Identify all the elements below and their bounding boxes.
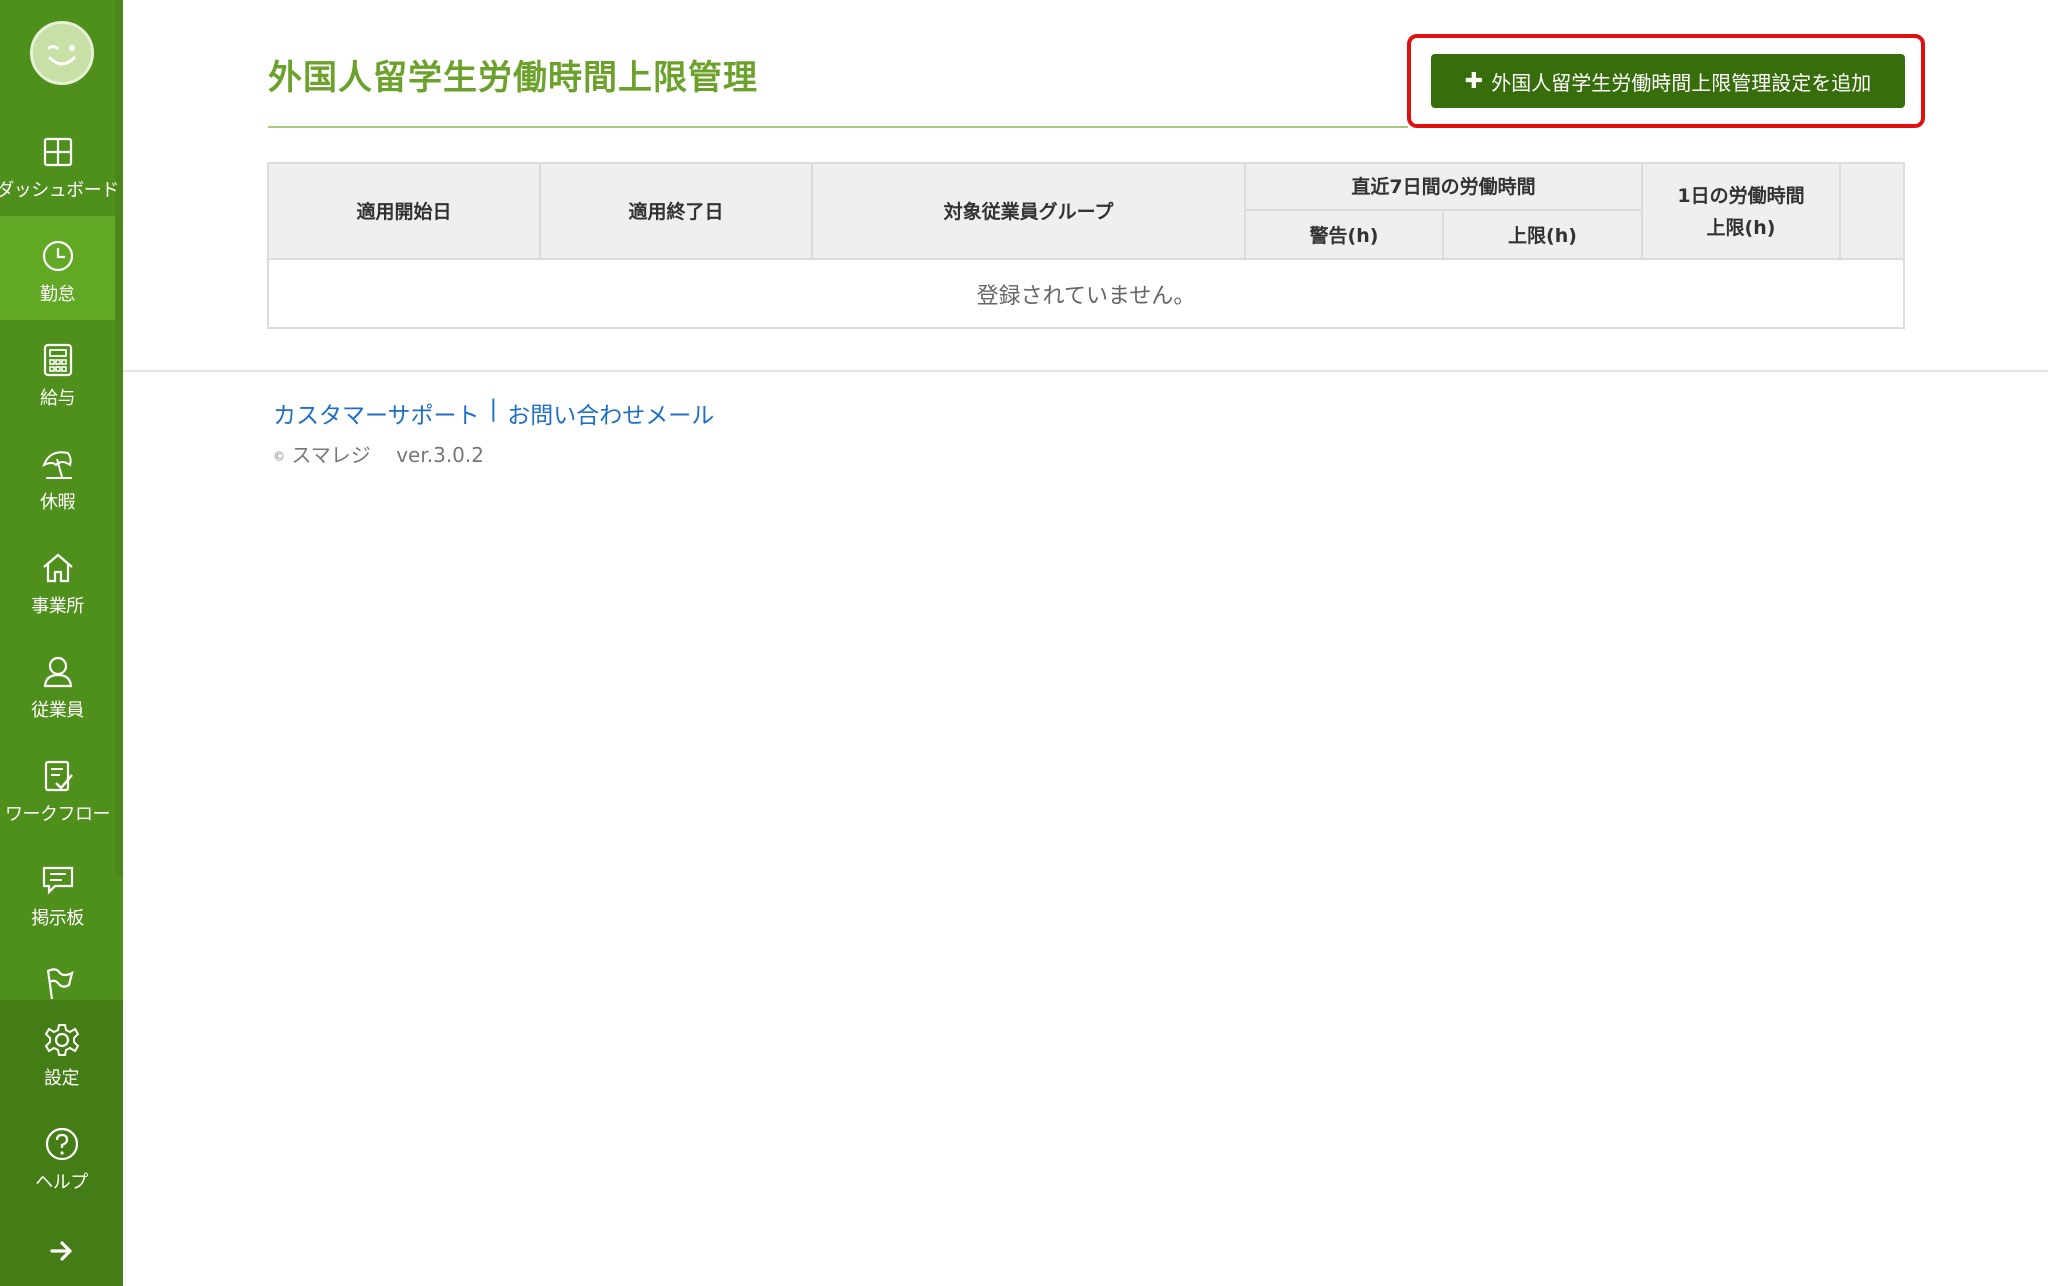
col-actions: [1841, 164, 1903, 260]
col-end-date: 適用終了日: [541, 164, 813, 260]
sidebar-item-dashboard[interactable]: ダッシュボード: [0, 112, 119, 216]
beach-umbrella-icon: [40, 446, 76, 482]
sidebar-item-label: ワークフロー: [5, 804, 111, 825]
sidebar-item-label: 掲示板: [31, 908, 84, 929]
clock-icon: [40, 238, 76, 274]
sidebar-item-label: 事業所: [31, 596, 84, 617]
add-setting-button[interactable]: ✚ 外国人留学生労働時間上限管理設定を追加: [1431, 54, 1905, 108]
table-header: 適用開始日 適用終了日 対象従業員グループ 直近7日間の労働時間 警告(h) 上…: [269, 164, 1903, 260]
smiley-icon: [47, 45, 76, 66]
sidebar-scrollbar[interactable]: [115, 0, 123, 875]
sidebar-item-board[interactable]: 掲示板: [0, 840, 115, 944]
sidebar-item-employees[interactable]: 従業員: [0, 632, 115, 736]
chat-icon: [40, 862, 76, 898]
avatar[interactable]: [30, 21, 94, 85]
empty-message: 登録されていません。: [976, 283, 1196, 309]
sidebar-item-office[interactable]: 事業所: [0, 528, 115, 632]
col-weekly-hours: 直近7日間の労働時間: [1246, 164, 1643, 211]
sidebar-item-label: 設定: [44, 1068, 80, 1089]
gear-icon: [44, 1022, 80, 1058]
sidebar-item-settings[interactable]: 設定: [0, 1000, 123, 1104]
footer-separator: |: [489, 396, 498, 422]
sidebar-item-attendance[interactable]: 勤怠: [0, 216, 115, 320]
copyright-symbol: ©: [273, 449, 285, 464]
copyright: © スマレジ ver.3.0.2: [273, 439, 484, 468]
customer-support-link[interactable]: カスタマーサポート: [273, 396, 480, 430]
help-icon: [44, 1126, 80, 1162]
col-weekly-warning: 警告(h): [1246, 211, 1444, 260]
brand-name: スマレジ: [291, 443, 371, 467]
page-title: 外国人留学生労働時間上限管理: [268, 58, 758, 98]
title-divider: [268, 126, 1408, 128]
arrow-right-icon[interactable]: [44, 1236, 80, 1266]
version-text: ver.3.0.2: [396, 443, 484, 467]
col-weekly-limit: 上限(h): [1444, 211, 1643, 260]
sidebar-item-help[interactable]: ヘルプ: [0, 1104, 123, 1208]
contact-mail-link[interactable]: お問い合わせメール: [507, 396, 714, 430]
sidebar: ダッシュボード 勤怠 給与 休暇 事業所 従業員 ワークフロー 掲示板 設定 ヘ…: [0, 0, 123, 1286]
col-daily-limit: 1日の労働時間 上限(h): [1643, 164, 1841, 260]
add-setting-button-label: 外国人留学生労働時間上限管理設定を追加: [1491, 70, 1872, 95]
col-daily-limit-line2: 上限(h): [1706, 217, 1776, 239]
calculator-icon: [40, 342, 76, 378]
sidebar-item-label: 休暇: [40, 492, 76, 513]
flag-icon: [40, 966, 76, 1002]
sidebar-item-label: 勤怠: [40, 284, 76, 305]
col-daily-limit-line1: 1日の労働時間: [1677, 185, 1805, 207]
person-icon: [40, 654, 76, 690]
dashboard-icon: [40, 134, 76, 170]
sidebar-item-workflow[interactable]: ワークフロー: [0, 736, 115, 840]
sidebar-item-label: ヘルプ: [35, 1172, 88, 1193]
checklist-icon: [40, 758, 76, 794]
sidebar-item-leave[interactable]: 休暇: [0, 424, 115, 528]
footer-divider: [123, 370, 2048, 372]
settings-table: 適用開始日 適用終了日 対象従業員グループ 直近7日間の労働時間 警告(h) 上…: [267, 162, 1905, 329]
sidebar-item-label: 給与: [40, 388, 76, 409]
sidebar-item-label: 従業員: [31, 700, 84, 721]
home-icon: [40, 550, 76, 586]
sidebar-item-payroll[interactable]: 給与: [0, 320, 115, 424]
col-start-date: 適用開始日: [269, 164, 541, 260]
sidebar-item-label: ダッシュボード: [0, 180, 119, 201]
plus-icon: ✚: [1464, 68, 1484, 94]
col-employee-group: 対象従業員グループ: [813, 164, 1246, 260]
footer-links: カスタマーサポート | お問い合わせメール: [273, 396, 714, 430]
